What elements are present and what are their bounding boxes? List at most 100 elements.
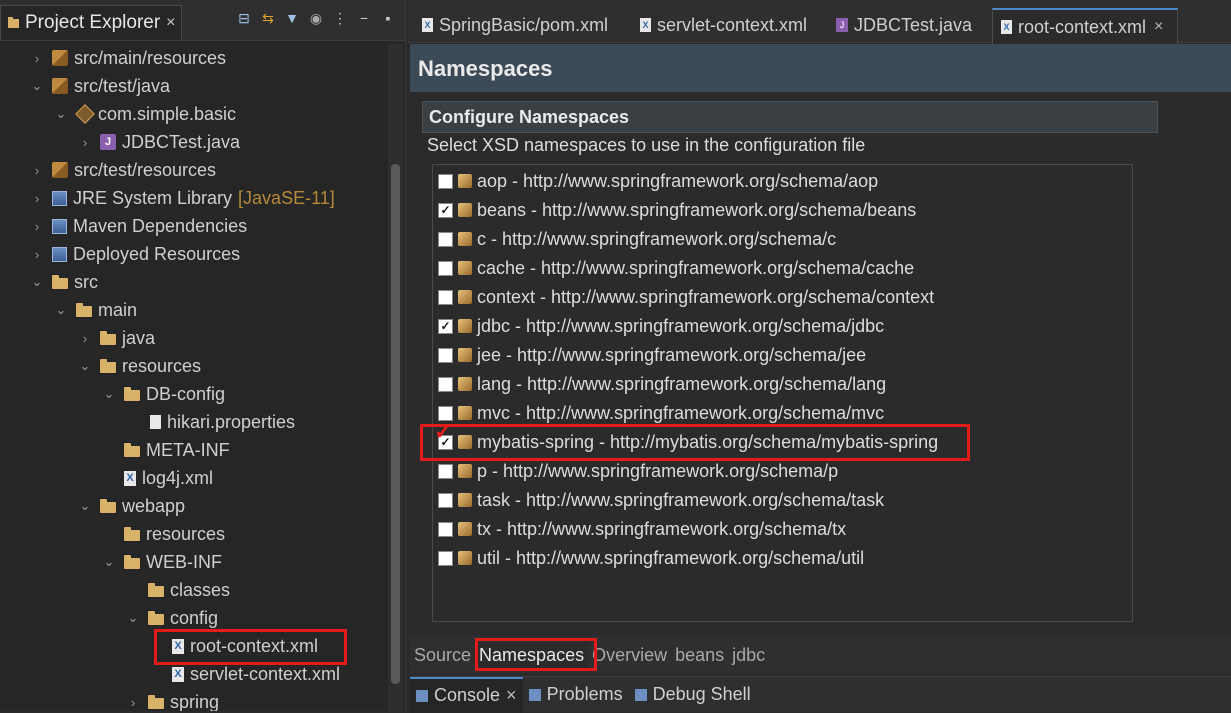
tree-item[interactable]: ⌄ resources [78,352,201,380]
tree-item[interactable]: › src/main/resources [30,44,226,72]
tree-item[interactable]: › src/test/resources [30,156,216,184]
namespace-checkbox[interactable] [438,521,453,537]
tree-item[interactable]: ⌄ src [30,268,98,296]
tab-jdbc[interactable]: jdbc [728,640,769,670]
chevron-right-icon[interactable]: › [78,135,92,150]
tree-item[interactable]: › Deployed Resources [30,240,240,268]
namespace-row[interactable]: task - http://www.springframework.org/sc… [438,487,884,513]
filter-icon[interactable]: ▼ [284,10,300,26]
tree-item[interactable]: › JRE System Library [JavaSE-11] [30,184,335,212]
tree-scrollbar-thumb[interactable] [391,164,400,684]
editor-area: X SpringBasic/pom.xml Xservlet-context.xml… [408,0,1231,713]
chevron-right-icon[interactable]: › [30,51,44,66]
tree-item[interactable]: ⌄ webapp [78,492,186,520]
view-menu-icon[interactable]: ⋮ [332,10,348,26]
namespace-row[interactable]: c - http://www.springframework.org/schem… [438,226,836,252]
editor-tab[interactable]: Xservlet-context.xml [632,8,820,42]
java-file-icon: J [836,18,848,32]
tree-item[interactable]: META-INF [102,436,230,464]
chevron-down-icon[interactable]: ⌄ [30,274,44,290]
tab-console[interactable]: Console × [410,676,523,713]
chevron-down-icon[interactable]: ⌄ [54,106,68,122]
editor-tab[interactable]: Xroot-context.xml × [992,8,1178,44]
chevron-down-icon[interactable]: ⌄ [78,498,92,514]
folder-icon [52,275,68,289]
chevron-down-icon[interactable]: ⌄ [102,554,116,570]
tab-debug-shell[interactable]: Debug Shell [629,678,757,712]
chevron-right-icon[interactable]: › [30,219,44,234]
namespace-checkbox[interactable] [438,492,453,508]
tree-item[interactable]: ⌄ com.simple.basic [54,100,236,128]
namespace-label: c - http://www.springframework.org/schem… [477,228,837,249]
tree-item[interactable]: › Maven Dependencies [30,212,247,240]
close-icon[interactable]: × [166,14,175,32]
namespace-row[interactable]: lang - http://www.springframework.org/sc… [438,371,886,397]
namespace-row[interactable]: aop - http://www.springframework.org/sch… [438,168,878,194]
namespace-checkbox[interactable] [438,463,453,479]
chevron-down-icon[interactable]: ⌄ [54,302,68,318]
tree-item[interactable]: ⌄ config [126,604,219,632]
tab-overview[interactable]: Overview [588,640,671,670]
collapse-all-icon[interactable]: ⊟ [236,10,252,26]
namespace-row[interactable]: context - http://www.springframework.org… [438,284,934,310]
tree-item[interactable]: resources [102,520,225,548]
tree-item[interactable]: ⌄ WEB-INF [102,548,222,576]
tree-item[interactable]: hikari.properties [126,408,295,436]
chevron-right-icon[interactable]: › [78,331,92,346]
close-icon[interactable]: × [506,685,517,706]
folder-icon [124,527,140,541]
namespace-row[interactable]: mvc - http://www.springframework.org/sch… [438,400,884,426]
focus-icon[interactable]: ◉ [308,10,324,26]
namespace-checkbox[interactable]: ✓ [438,318,453,334]
namespace-checkbox[interactable] [438,260,453,276]
namespace-row[interactable]: cache - http://www.springframework.org/s… [438,255,914,281]
namespace-checkbox[interactable] [438,550,453,566]
chevron-right-icon[interactable]: › [30,163,44,178]
chevron-down-icon[interactable]: ⌄ [102,386,116,402]
tree-item[interactable]: ⌄ src/test/java [30,72,170,100]
tab-beans[interactable]: beans [671,640,728,670]
namespace-checkbox[interactable] [438,231,453,247]
tree-item-label: JRE System Library [73,187,233,208]
project-explorer-tab[interactable]: Project Explorer × [0,5,182,40]
tree-item[interactable]: › spring [126,688,219,712]
link-with-editor-icon[interactable]: ⇆ [260,10,276,26]
editor-tab-label: JDBCTest.java [854,14,973,35]
editor-tab[interactable]: J JDBCTest.java [828,8,984,42]
tree-item[interactable]: › java [78,324,155,352]
minimize-icon[interactable]: − [356,10,372,26]
namespace-row[interactable]: p - http://www.springframework.org/schem… [438,458,838,484]
section-description: Select XSD namespaces to use in the conf… [427,135,866,155]
chevron-right-icon[interactable]: › [126,695,140,710]
namespace-row[interactable]: ✓ beans - http://www.springframework.org/… [438,197,916,223]
close-icon[interactable]: × [1154,18,1163,36]
namespace-checkbox[interactable]: ✓ [438,202,453,218]
namespace-checkbox[interactable] [438,376,453,392]
chevron-down-icon[interactable]: ⌄ [126,610,140,626]
namespace-label: jdbc - http://www.springframework.org/sc… [477,315,885,336]
java-file-icon: J [100,134,116,150]
chevron-right-icon[interactable]: › [30,247,44,262]
tree-item[interactable]: ⌄ main [54,296,137,324]
namespace-checkbox[interactable] [438,347,453,363]
tree-item[interactable]: Xlog4j.xml [102,464,213,492]
chevron-down-icon[interactable]: ⌄ [30,78,44,94]
tab-problems[interactable]: Problems [523,678,629,712]
namespace-checkbox[interactable] [438,289,453,305]
tree-scrollbar[interactable] [388,44,403,711]
namespace-checkbox[interactable] [438,173,453,189]
editor-tab[interactable]: X SpringBasic/pom.xml [414,8,624,42]
maximize-icon[interactable]: ▪ [380,10,396,26]
namespace-row[interactable]: tx - http://www.springframework.org/sche… [438,516,846,542]
xml-file-icon: X [422,18,433,32]
chevron-right-icon[interactable]: › [30,191,44,206]
tree-item[interactable]: classes [126,576,230,604]
namespace-row[interactable]: jee - http://www.springframework.org/sch… [438,342,866,368]
tree-item[interactable]: ⌄ DB-config [102,380,225,408]
tab-source[interactable]: Source [410,640,475,670]
chevron-down-icon[interactable]: ⌄ [78,358,92,374]
namespace-row[interactable]: util - http://www.springframework.org/sc… [438,545,864,571]
namespace-row[interactable]: ✓ jdbc - http://www.springframework.org/s… [438,313,884,339]
tree-item[interactable]: › J JDBCTest.java [78,128,240,156]
namespace-icon [458,493,472,507]
